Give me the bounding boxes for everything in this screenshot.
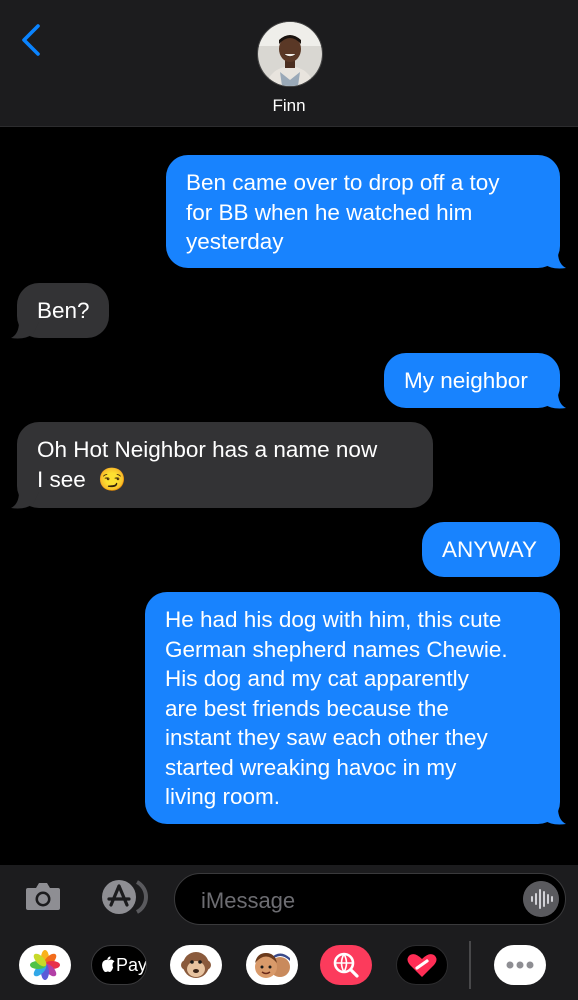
incoming-bubble-tail — [11, 322, 39, 339]
imessage-input[interactable]: iMessage — [174, 873, 566, 925]
contact-avatar[interactable] — [257, 21, 323, 87]
incoming-message-bubble[interactable]: Oh Hot Neighbor has a name now I see 😏 — [17, 422, 433, 508]
message-line: are best friends because the — [165, 695, 449, 721]
message-line: Ben? — [37, 298, 90, 323]
message-line: I see — [37, 466, 86, 492]
digital-touch-icon[interactable] — [396, 945, 448, 985]
conversation-header: Finn — [0, 0, 578, 127]
message-line: living room. — [165, 784, 281, 809]
message-line: instant they saw each other they — [165, 725, 488, 750]
app-store-icon[interactable] — [97, 878, 149, 916]
apple-logo-icon — [102, 956, 115, 972]
message-line: ANYWAY — [442, 537, 538, 562]
outgoing-bubble-tail — [538, 252, 566, 269]
more-icon[interactable] — [494, 945, 546, 985]
message-line: He had his dog with him, this cute — [165, 607, 502, 632]
back-chevron-icon[interactable] — [18, 22, 48, 58]
message-line: My neighbor — [404, 368, 528, 393]
outgoing-message-bubble[interactable]: My neighbor — [384, 353, 560, 408]
audio-waveform-icon[interactable] — [523, 881, 559, 917]
photos-icon[interactable] — [19, 945, 71, 985]
apple-pay-icon[interactable]: Pay — [91, 945, 147, 985]
message-line: for BB when he watched him — [186, 199, 473, 225]
message-line: Oh Hot Neighbor has a name now — [37, 437, 378, 462]
contact-name[interactable]: Finn — [0, 96, 578, 116]
imessage-placeholder: iMessage — [201, 888, 296, 913]
message-line: German shepherd names Chewie. — [165, 636, 508, 662]
message-line: yesterday — [186, 229, 284, 254]
message-line: started wreaking havoc in my — [165, 754, 457, 780]
incoming-bubble-tail — [11, 492, 39, 509]
web-search-icon[interactable] — [320, 945, 372, 985]
composer-bar: iMessage Pay — [0, 865, 578, 1000]
outgoing-bubble-tail — [538, 808, 566, 825]
message-line: Ben came over to drop off a toy — [186, 170, 500, 195]
message-list[interactable]: Ben came over to drop off a toy for BB w… — [0, 127, 578, 865]
message-line: His dog and my cat apparently — [165, 666, 469, 691]
apple-pay-label: Pay — [116, 955, 147, 975]
camera-icon[interactable] — [24, 880, 62, 912]
outgoing-bubble-tail — [538, 392, 566, 409]
outgoing-message-bubble[interactable]: ANYWAY — [422, 522, 560, 577]
app-drawer-divider — [469, 941, 471, 989]
memoji-icon[interactable] — [246, 945, 298, 985]
outgoing-message-bubble[interactable]: Ben came over to drop off a toy for BB w… — [166, 155, 560, 268]
smirk-emoji: 😏 — [98, 466, 127, 492]
animoji-icon[interactable] — [170, 945, 222, 985]
outgoing-message-bubble[interactable]: He had his dog with him, this cute Germa… — [145, 592, 560, 824]
